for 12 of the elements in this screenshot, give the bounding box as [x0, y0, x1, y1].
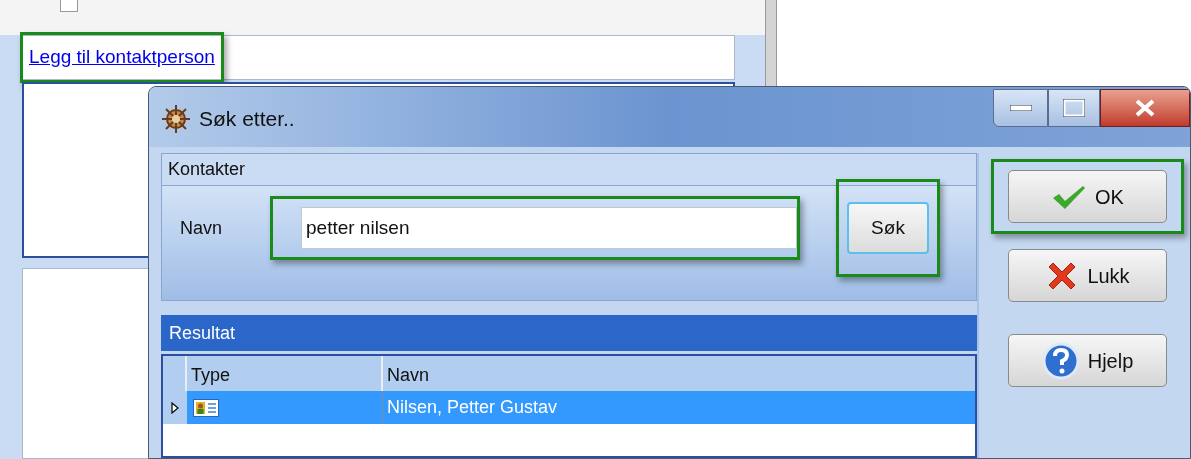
add-contact-link[interactable]: Legg til kontaktperson: [29, 46, 215, 68]
name-label: Navn: [180, 216, 224, 240]
name-field[interactable]: petter nilsen: [301, 207, 797, 249]
help-button[interactable]: Hjelp: [1008, 334, 1167, 387]
column-header[interactable]: Navn: [383, 356, 975, 391]
table-cell-text: Nilsen, Petter Gustav: [386, 396, 559, 419]
window-title: Søk etter..: [199, 106, 295, 132]
search-button[interactable]: Søk: [847, 202, 929, 254]
group-title: Kontakter: [168, 158, 246, 181]
ok-button[interactable]: OK: [1008, 170, 1167, 223]
close-button[interactable]: Lukk: [1008, 249, 1167, 302]
results-title: Resultat: [169, 321, 236, 345]
